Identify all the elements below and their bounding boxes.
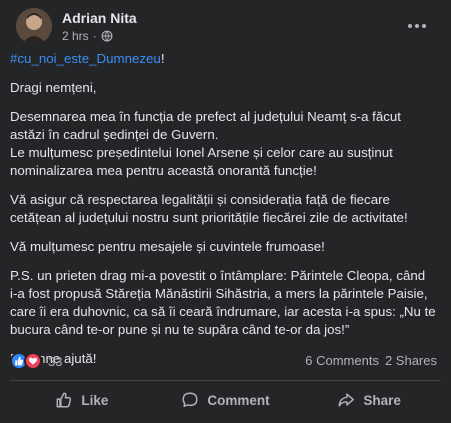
thumbs-up-icon — [56, 392, 72, 408]
paragraph-3: Vă mulțumesc pentru mesajele și cuvintel… — [10, 239, 325, 254]
post-meta: 2 hrs · — [62, 29, 113, 43]
paragraph-1-line-2: astăzi în cadrul ședinței de Guvern. — [10, 127, 219, 142]
paragraph-4-line-4: bucura când te-or pune și nu te supăra c… — [10, 322, 350, 337]
paragraph-4-line-3: care îi era duhovnic, ca să îi ceară înd… — [10, 304, 436, 319]
avatar[interactable] — [16, 8, 52, 44]
post-card: Adrian Nita 2 hrs · #cu_noi_este_Dumneze… — [0, 0, 451, 423]
like-button[interactable]: Like — [10, 384, 154, 416]
share-arrow-icon — [338, 393, 355, 407]
shares-count[interactable]: 2 Shares — [385, 353, 437, 368]
paragraph-1-line-3: Le mulțumesc președintelui Ionel Arsene … — [10, 145, 393, 160]
post-time[interactable]: 2 hrs — [62, 29, 89, 43]
globe-icon — [101, 30, 113, 42]
action-bar: Like Comment Share — [10, 384, 441, 416]
hashtag-line: #cu_noi_este_Dumnezeu! — [10, 50, 440, 68]
share-label: Share — [363, 392, 401, 408]
paragraph-1-line-1: Desemnarea mea în funcția de prefect al … — [10, 109, 401, 124]
comment-label: Comment — [207, 392, 270, 408]
love-reaction-icon — [24, 352, 42, 370]
share-button[interactable]: Share — [297, 384, 441, 416]
paragraph-4-line-1: P.S. un prieten drag mi-a povestit o înt… — [10, 268, 426, 283]
reaction-count: 33 — [48, 353, 63, 369]
meta-separator: · — [92, 29, 97, 43]
paragraph-2-line-2: cetățean al județului nostru sunt priori… — [10, 210, 408, 225]
hashtag-suffix: ! — [160, 51, 165, 66]
post-text: #cu_noi_este_Dumnezeu! Dragi nemțeni, De… — [10, 50, 440, 379]
paragraph-1: Desemnarea mea în funcția de prefect al … — [10, 108, 440, 180]
post-header: Adrian Nita 2 hrs · — [16, 8, 441, 44]
author-name[interactable]: Adrian Nita — [62, 10, 137, 26]
greeting: Dragi nemțeni, — [10, 80, 97, 95]
paragraph-2-line-1: Vă asigur că respectarea legalității și … — [10, 192, 390, 207]
comment-icon — [182, 392, 198, 408]
paragraph-1-line-4: nominalizarea mea pentru această onorant… — [10, 163, 317, 178]
paragraph-4: P.S. un prieten drag mi-a povestit o înt… — [10, 267, 440, 339]
hashtag-link[interactable]: #cu_noi_este_Dumnezeu — [10, 51, 161, 66]
like-label: Like — [81, 392, 109, 408]
avatar-image — [16, 8, 52, 44]
paragraph-2: Vă asigur că respectarea legalității și … — [10, 191, 440, 227]
paragraph-4-line-2: i-a fost propusă Stăreția Mănăstirii Sih… — [10, 286, 428, 301]
comments-count[interactable]: 6 Comments — [305, 353, 379, 368]
engagement-counts: 6 Comments 2 Shares — [305, 353, 437, 368]
comment-button[interactable]: Comment — [154, 384, 298, 416]
action-divider — [10, 380, 441, 381]
reactions-summary[interactable]: 33 — [10, 351, 62, 371]
more-options-icon[interactable] — [403, 12, 431, 40]
